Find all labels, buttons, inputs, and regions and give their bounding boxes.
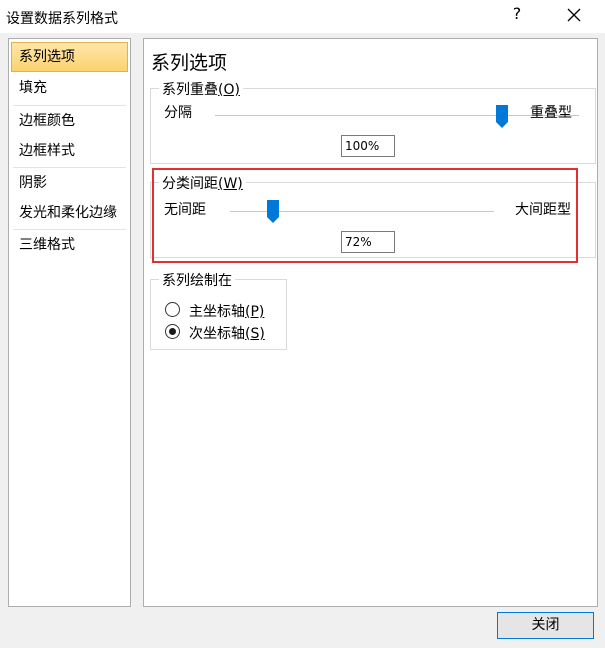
window-title: 设置数据系列格式: [6, 11, 118, 27]
overlap-slider-track[interactable]: [215, 115, 579, 117]
overlap-max-label: 重叠型: [530, 105, 572, 121]
nav-item-glow-soft-edges[interactable]: 发光和柔化边缘: [11, 198, 128, 228]
secondary-axis-text: 次坐标轴: [189, 326, 245, 342]
nav-item-label: 三维格式: [19, 237, 75, 253]
plot-on-group: 系列绘制在 主坐标轴(P) 次坐标轴(S): [150, 270, 287, 350]
overlap-hotkey: (O): [218, 82, 240, 98]
secondary-axis-hotkey: (S): [245, 326, 265, 342]
title-bar: 设置数据系列格式 ?: [0, 0, 605, 33]
highlight-box: [152, 168, 578, 263]
options-panel: 系列选项 系列重叠(O) 分隔 重叠型 100% 分类间距(W) 无间距 大间距…: [143, 38, 598, 607]
nav-item-fill[interactable]: 填充: [11, 73, 128, 103]
nav-item-shadow[interactable]: 阴影: [11, 168, 128, 198]
nav-item-label: 系列选项: [19, 49, 75, 65]
nav-item-label: 填充: [19, 80, 47, 96]
close-icon[interactable]: [560, 3, 588, 29]
plot-on-legend: 系列绘制在: [159, 270, 235, 290]
close-button[interactable]: 关闭: [497, 612, 594, 639]
page-title: 系列选项: [151, 52, 228, 74]
primary-axis-text: 主坐标轴: [189, 304, 245, 320]
nav-item-border-color[interactable]: 边框颜色: [11, 106, 128, 136]
nav-item-label: 边框颜色: [19, 113, 75, 129]
primary-axis-label: 主坐标轴(P): [189, 301, 264, 321]
nav-item-label: 发光和柔化边缘: [19, 205, 117, 221]
overlap-min-label: 分隔: [164, 105, 192, 121]
overlap-legend: 系列重叠(O): [159, 79, 243, 99]
nav-item-series-options[interactable]: 系列选项: [11, 42, 128, 72]
nav-item-border-style[interactable]: 边框样式: [11, 136, 128, 166]
primary-axis-radio-circle[interactable]: [165, 302, 180, 317]
help-button[interactable]: ?: [506, 4, 528, 28]
primary-axis-hotkey: (P): [245, 304, 265, 320]
nav-item-label: 边框样式: [19, 143, 75, 159]
overlap-legend-text: 系列重叠: [162, 82, 218, 98]
nav-item-3d-format[interactable]: 三维格式: [11, 230, 128, 260]
overlap-value-input[interactable]: 100%: [341, 135, 395, 157]
secondary-axis-label: 次坐标轴(S): [189, 323, 265, 343]
nav-item-label: 阴影: [19, 175, 47, 191]
overlap-slider-thumb[interactable]: [496, 105, 508, 129]
category-list: 系列选项 填充 边框颜色 边框样式 阴影 发光和柔化边缘 三维格式: [8, 38, 131, 607]
secondary-axis-radio-circle[interactable]: [165, 324, 180, 339]
